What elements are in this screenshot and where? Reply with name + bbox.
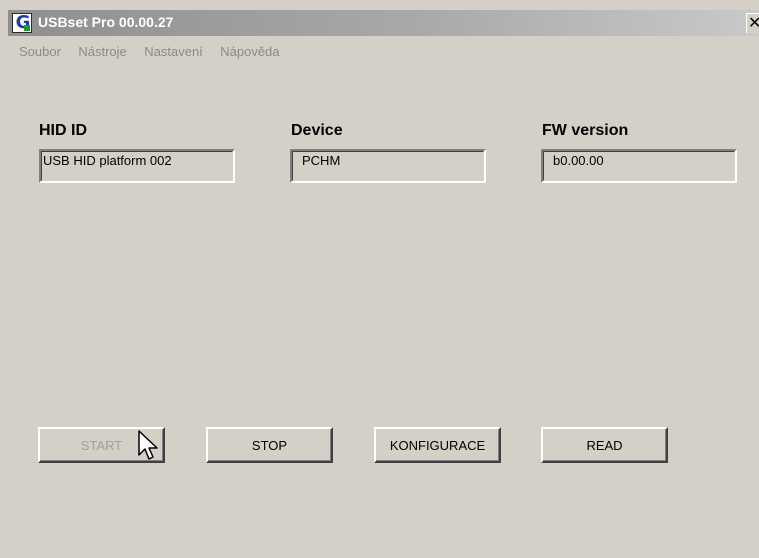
menu-napoveda[interactable]: Nápověda [220, 44, 279, 59]
hid-id-label: HID ID [39, 122, 87, 139]
title-bar[interactable]: G USBset Pro 00.00.27 ✕ [8, 10, 759, 36]
fw-version-value: b0.00.00 [553, 153, 604, 168]
app-logo-icon[interactable]: G [12, 12, 32, 33]
stop-button[interactable]: STOP [206, 427, 333, 463]
device-field: PCHM [290, 149, 486, 183]
menu-nastroje[interactable]: Nástroje [78, 44, 126, 59]
hid-id-value: USB HID platform 002 [43, 153, 172, 168]
mouse-cursor-icon [138, 430, 158, 460]
app-logo-dot [24, 25, 30, 31]
device-value: PCHM [302, 153, 341, 168]
device-label: Device [291, 122, 343, 139]
read-button[interactable]: READ [541, 427, 668, 463]
menu-soubor[interactable]: Soubor [19, 44, 61, 59]
fw-version-field: b0.00.00 [541, 149, 737, 183]
app-window: G USBset Pro 00.00.27 ✕ Soubor Nástroje … [0, 0, 759, 558]
window-title: USBset Pro 00.00.27 [38, 14, 174, 30]
fw-version-label: FW version [542, 122, 629, 139]
close-icon: ✕ [748, 14, 759, 32]
menu-nastaveni[interactable]: Nastavení [144, 44, 203, 59]
close-button[interactable]: ✕ [746, 13, 759, 33]
konfigurace-button[interactable]: KONFIGURACE [374, 427, 501, 463]
menu-bar: Soubor Nástroje Nastavení Nápověda [19, 43, 293, 61]
hid-id-field: USB HID platform 002 [39, 149, 235, 183]
